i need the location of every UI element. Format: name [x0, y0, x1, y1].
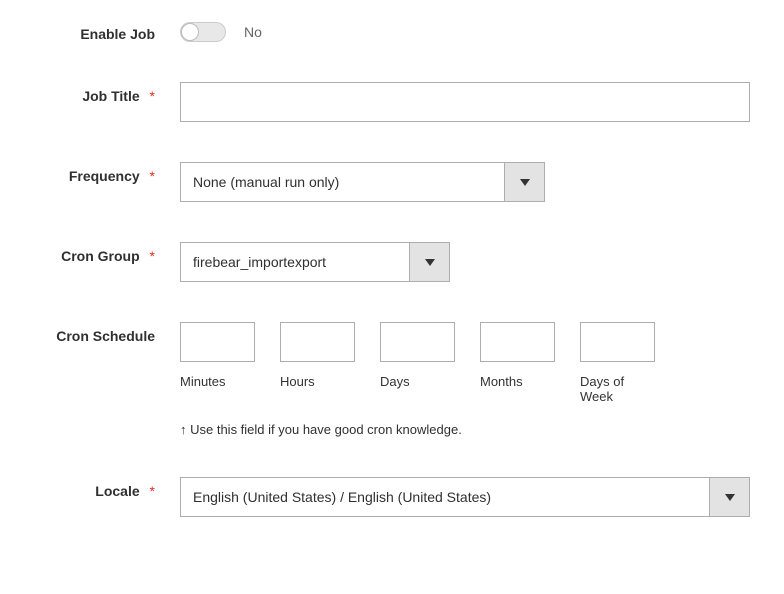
chevron-down-icon: [409, 243, 449, 281]
cron-hours-input[interactable]: [280, 322, 355, 362]
cron-group-select[interactable]: firebear_importexport: [180, 242, 450, 282]
frequency-select[interactable]: None (manual run only): [180, 162, 545, 202]
frequency-label: Frequency: [69, 168, 140, 184]
required-mark: *: [150, 248, 155, 264]
required-mark: *: [150, 483, 155, 499]
cron-days-caption: Days: [380, 374, 455, 389]
job-title-label: Job Title: [82, 88, 139, 104]
cron-minutes-caption: Minutes: [180, 374, 255, 389]
cron-hours-caption: Hours: [280, 374, 355, 389]
cron-schedule-label: Cron Schedule: [56, 328, 155, 344]
frequency-value: None (manual run only): [181, 163, 504, 201]
locale-value: English (United States) / English (Unite…: [181, 478, 709, 516]
cron-months-input[interactable]: [480, 322, 555, 362]
toggle-knob: [181, 23, 199, 41]
cron-schedule-note: ↑ Use this field if you have good cron k…: [180, 422, 774, 437]
cron-group-value: firebear_importexport: [181, 243, 409, 281]
cron-months-caption: Months: [480, 374, 555, 389]
cron-minutes-input[interactable]: [180, 322, 255, 362]
required-mark: *: [150, 88, 155, 104]
enable-job-toggle[interactable]: [180, 22, 226, 42]
chevron-down-icon: [709, 478, 749, 516]
cron-dow-caption: Days of Week: [580, 374, 655, 404]
job-title-input[interactable]: [180, 82, 750, 122]
required-mark: *: [150, 168, 155, 184]
enable-job-label: Enable Job: [80, 26, 155, 42]
cron-dow-input[interactable]: [580, 322, 655, 362]
locale-select[interactable]: English (United States) / English (Unite…: [180, 477, 750, 517]
locale-label: Locale: [95, 483, 139, 499]
cron-days-input[interactable]: [380, 322, 455, 362]
chevron-down-icon: [504, 163, 544, 201]
enable-job-value: No: [244, 24, 262, 40]
cron-group-label: Cron Group: [61, 248, 140, 264]
